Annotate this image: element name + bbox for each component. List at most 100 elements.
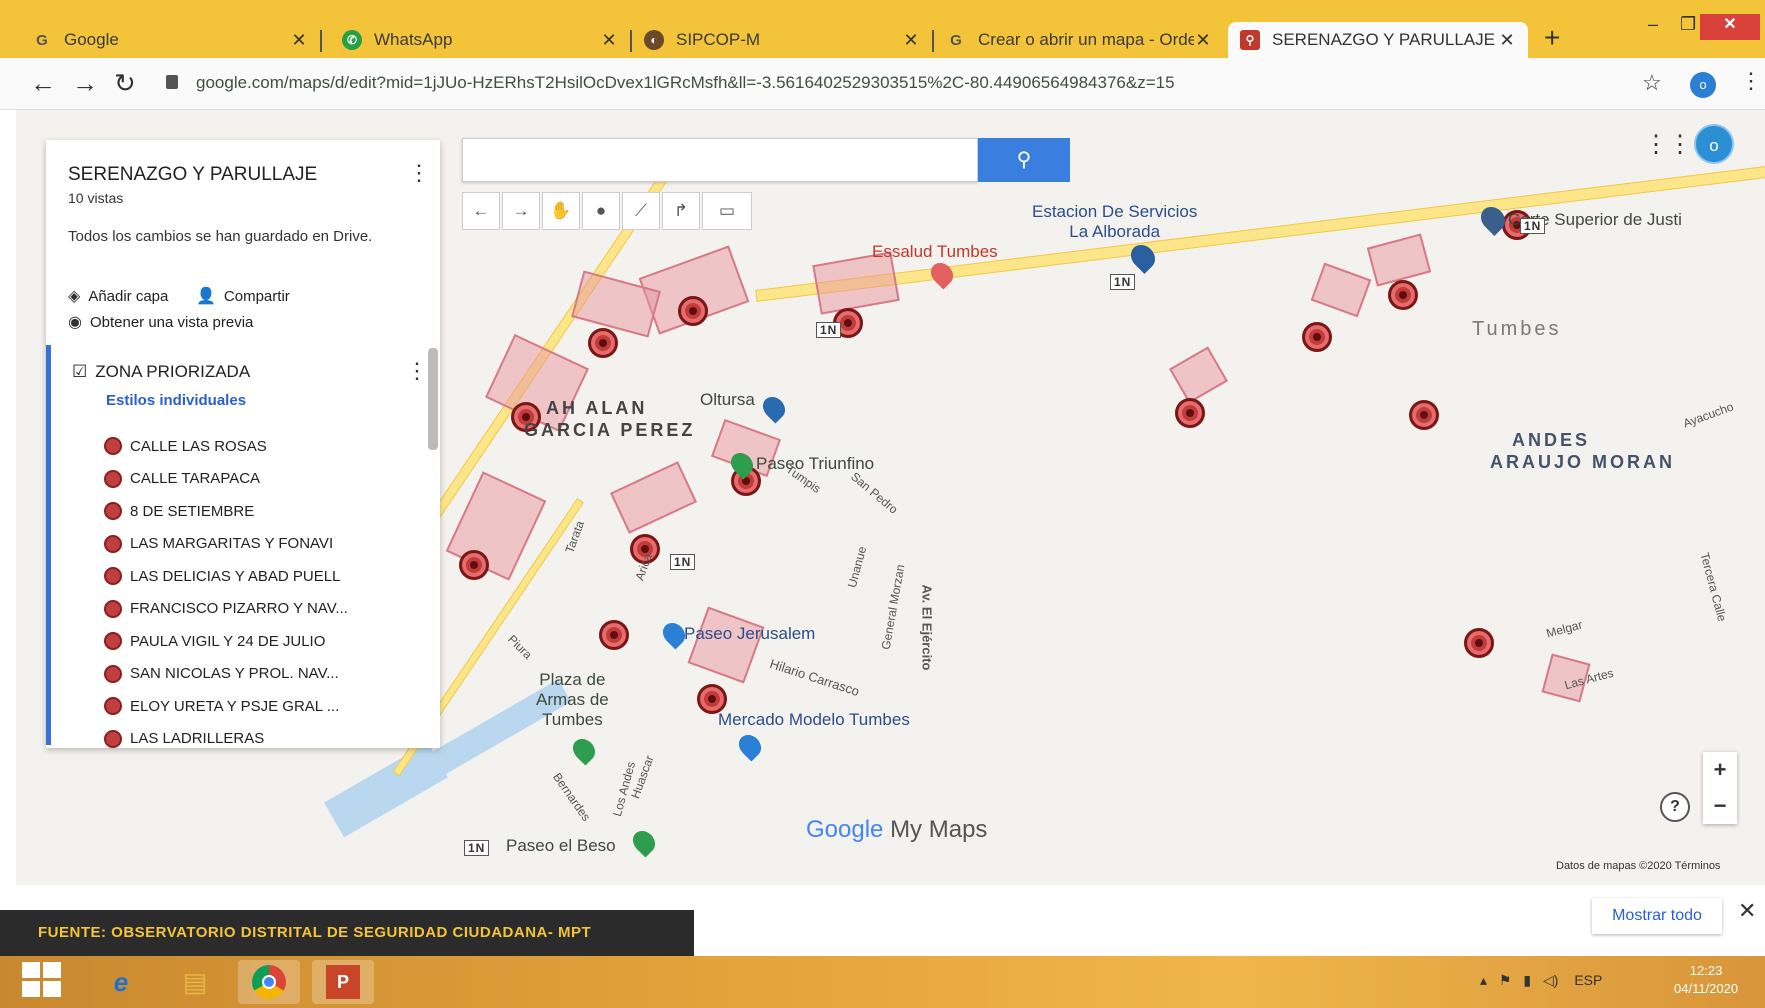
poi-mercado-label[interactable]: Mercado Modelo Tumbes [718, 710, 910, 730]
zone-marker[interactable] [1464, 628, 1494, 658]
poi-estacion-label[interactable]: Estacion De Servicios La Alborada [1032, 202, 1197, 242]
zoom-out-button[interactable]: − [1703, 788, 1737, 824]
system-tray[interactable]: ▴ ⚑ ▮ ◁) ESP [1480, 972, 1602, 989]
highway-1n [755, 165, 1765, 302]
search-button[interactable]: ⚲ [978, 138, 1070, 182]
preview-button[interactable]: ◉ Obtener una vista previa [68, 312, 253, 332]
park-icon[interactable] [568, 734, 600, 766]
zone-polygon[interactable] [687, 606, 765, 684]
poi-oltursa-label[interactable]: Oltursa [700, 390, 755, 410]
zone-marker[interactable] [1388, 280, 1418, 310]
list-item[interactable]: ELOY URETA Y PSJE GRAL ... [104, 690, 424, 723]
list-item[interactable]: CALLE LAS ROSAS [104, 430, 424, 463]
panel-scrollbar[interactable] [428, 348, 438, 450]
tab-whatsapp[interactable]: ✆ WhatsApp ✕ [330, 22, 632, 58]
zone-marker[interactable] [678, 296, 708, 326]
url-field[interactable]: google.com/maps/d/edit?mid=1jJUo-HzERhsT… [196, 73, 1175, 93]
redo-icon[interactable]: → [502, 192, 540, 230]
poi-paseo-beso-label[interactable]: Paseo el Beso [506, 836, 616, 856]
zone-marker[interactable] [459, 550, 489, 580]
show-all-button[interactable]: Mostrar todo [1592, 898, 1722, 934]
close-icon[interactable]: ✕ [1194, 30, 1212, 51]
poi-plaza-label[interactable]: Plaza de Armas de Tumbes [536, 670, 609, 730]
zone-marker[interactable] [588, 328, 618, 358]
language-indicator[interactable]: ESP [1574, 972, 1602, 988]
help-icon[interactable]: ? [1660, 792, 1690, 822]
bookmark-star-icon[interactable]: ☆ [1642, 70, 1662, 96]
back-icon[interactable]: ← [30, 68, 56, 99]
add-layer-button[interactable]: ◈ Añadir capa [68, 286, 168, 306]
park-icon[interactable] [628, 826, 660, 858]
zone-marker[interactable] [1175, 398, 1205, 428]
powerpoint-icon[interactable]: P [312, 960, 374, 1004]
map-options-icon[interactable]: ⋮ [408, 160, 430, 186]
flag-icon[interactable]: ⚑ [1499, 972, 1512, 988]
network-icon[interactable]: ▮ [1523, 972, 1531, 988]
directions-icon[interactable]: ↱ [662, 192, 700, 230]
zone-polygon[interactable] [1310, 262, 1372, 318]
tab-google[interactable]: G Google ✕ [20, 22, 322, 58]
list-item[interactable]: FRANCISCO PIZARRO Y NAV... [104, 593, 424, 626]
zone-polygon[interactable] [610, 461, 697, 534]
close-icon[interactable]: ✕ [1738, 898, 1756, 924]
list-item[interactable]: LAS MARGARITAS Y FONAVI [104, 528, 424, 561]
zone-marker[interactable] [1409, 400, 1439, 430]
map-title[interactable]: SERENAZGO Y PARULLAJE [68, 164, 317, 186]
internet-explorer-icon[interactable]: e [90, 960, 152, 1004]
save-status: Todos los cambios se han guardado en Dri… [68, 228, 373, 245]
new-tab-button[interactable]: + [1544, 22, 1560, 54]
browser-menu-icon[interactable]: ⋮ [1740, 68, 1762, 94]
tab-crear-mapa[interactable]: G Crear o abrir un mapa - Ordena ✕ [934, 22, 1224, 58]
map-search-input[interactable] [462, 138, 978, 182]
poi-paseo-jerusalem-label[interactable]: Paseo Jerusalem [684, 624, 815, 644]
taskbar-clock[interactable]: 12:23 04/11/2020 [1674, 962, 1738, 998]
zone-polygon[interactable] [1366, 233, 1432, 287]
window-close-button[interactable]: ✕ [1700, 14, 1760, 40]
close-icon[interactable]: ✕ [902, 30, 920, 51]
views-count: 10 vistas [68, 190, 124, 206]
list-item[interactable]: LAS LADRILLERAS [104, 723, 424, 756]
list-item[interactable]: CALLE TARAPACA [104, 463, 424, 496]
list-item[interactable]: PAULA VIGIL Y 24 DE JULIO [104, 625, 424, 658]
forward-icon[interactable]: → [72, 68, 98, 99]
layer-header[interactable]: ☑ ZONA PRIORIZADA [72, 362, 250, 382]
list-item[interactable]: 8 DE SETIEMBRE [104, 495, 424, 528]
chrome-icon[interactable] [238, 960, 300, 1004]
poi-essalud-label[interactable]: Essalud Tumbes [872, 242, 998, 262]
list-item[interactable]: LAS DELICIAS Y ABAD PUELL [104, 560, 424, 593]
volume-icon[interactable]: ◁) [1543, 972, 1558, 988]
ruler-icon[interactable]: ▭ [702, 192, 752, 230]
close-icon[interactable]: ✕ [600, 30, 618, 51]
checkbox-icon[interactable]: ☑ [72, 362, 87, 382]
whatsapp-icon: ✆ [342, 30, 362, 50]
map-credit[interactable]: Datos de mapas ©2020 Términos [1556, 860, 1720, 872]
zoom-in-button[interactable]: + [1703, 752, 1737, 788]
close-icon[interactable]: ✕ [290, 30, 308, 51]
list-item[interactable]: SAN NICOLAS Y PROL. NAV... [104, 658, 424, 691]
zone-polygon[interactable] [1169, 346, 1228, 404]
hand-icon[interactable]: ✋ [542, 192, 580, 230]
windows-start-icon[interactable] [22, 962, 64, 1000]
marker-icon[interactable]: ● [582, 192, 620, 230]
account-avatar[interactable]: o [1694, 124, 1734, 164]
draw-line-icon[interactable]: ⟋ [622, 192, 660, 230]
layer-options-icon[interactable]: ⋮ [406, 358, 428, 384]
individual-styles-link[interactable]: Estilos individuales [106, 392, 246, 409]
share-button[interactable]: 👤 Compartir [196, 286, 290, 306]
file-explorer-icon[interactable]: ▤ [164, 960, 226, 1004]
restore-icon[interactable]: ❐ [1680, 14, 1696, 35]
profile-avatar[interactable]: o [1690, 72, 1716, 98]
close-icon[interactable]: ✕ [1498, 30, 1516, 51]
bus-station-icon[interactable] [758, 392, 790, 424]
undo-icon[interactable]: ← [462, 192, 500, 230]
reload-icon[interactable]: ↻ [114, 68, 136, 99]
zone-marker[interactable] [1302, 322, 1332, 352]
minimize-icon[interactable]: – [1648, 14, 1658, 35]
tab-serenazgo[interactable]: ⚲ SERENAZGO Y PARULLAJE - Gc ✕ [1228, 22, 1528, 58]
poi-plaza-line3: Tumbes [541, 710, 603, 729]
tab-sipcop[interactable]: ◐ SIPCOP-M ✕ [632, 22, 934, 58]
shopping-icon[interactable] [734, 730, 766, 762]
zone-marker[interactable] [599, 620, 629, 650]
tray-up-arrow-icon[interactable]: ▴ [1480, 972, 1487, 988]
hospital-icon[interactable] [926, 258, 958, 290]
